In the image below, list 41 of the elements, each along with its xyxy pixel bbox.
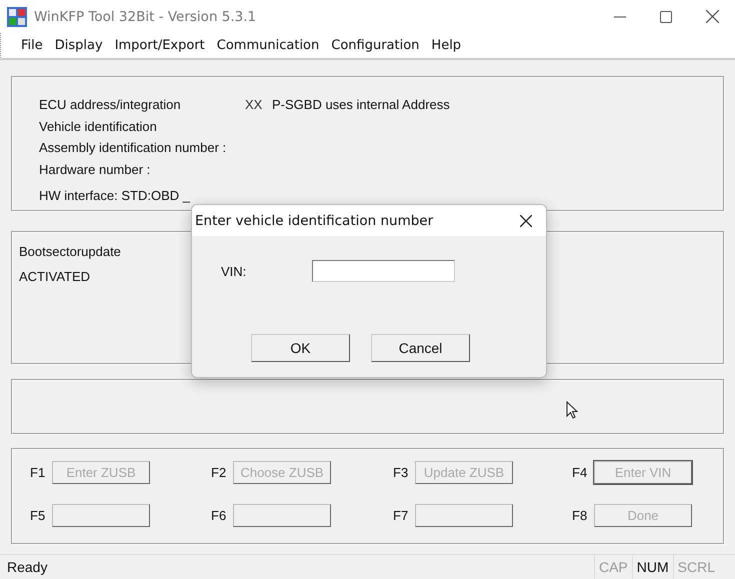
info-value: XX — [245, 97, 264, 112]
info-label: HW interface: STD:OBD _ — [39, 188, 192, 204]
status-text: Ready — [7, 559, 48, 575]
function-key-label: F1 — [30, 464, 46, 482]
menu-item[interactable]: Configuration — [325, 38, 426, 53]
key-indicator: CAP — [594, 555, 632, 579]
function-key-label: F7 — [393, 507, 410, 525]
function-key-label: F3 — [393, 464, 410, 482]
key-indicator: NUM — [632, 555, 673, 579]
close-icon — [706, 10, 718, 23]
status-text: ACTIVATED — [19, 268, 90, 286]
info-label: Hardware number : — [39, 162, 152, 177]
function-key-label: F2 — [211, 464, 228, 482]
close-icon — [520, 214, 532, 226]
function-key-label: F6 — [211, 507, 228, 525]
menu-item[interactable]: File — [15, 38, 49, 53]
menu-item[interactable]: Help — [425, 38, 468, 53]
dialog-button[interactable]: OK — [251, 334, 350, 362]
status-text: Bootsectorupdate — [19, 243, 121, 261]
window-title: WinKFP Tool 32Bit - Version 5.3.1 — [34, 8, 258, 24]
menu-item[interactable]: Import/Export — [108, 38, 211, 53]
key-indicator: SCRL — [672, 555, 719, 579]
dialog-title: Enter vehicle identification number — [195, 212, 434, 228]
function-key-label: F5 — [30, 507, 46, 525]
function-button[interactable] — [52, 504, 150, 527]
maximize-icon — [660, 10, 672, 22]
dialog-button[interactable]: Cancel — [371, 334, 470, 362]
app-icon — [6, 6, 28, 28]
input-field[interactable] — [312, 260, 455, 282]
mouse-pointer-icon — [566, 401, 578, 419]
function-button[interactable] — [415, 504, 513, 527]
field-label: VIN: — [221, 264, 248, 278]
function-key-label: F4 — [572, 464, 588, 482]
info-note: P-SGBD uses internal Address — [272, 97, 450, 112]
info-label: ECU address/integration — [39, 97, 182, 112]
function-key-label: F8 — [572, 507, 588, 525]
menu-item[interactable]: Communication — [210, 38, 326, 53]
info-label: Vehicle identification — [39, 118, 158, 134]
info-label: Assembly identification number : — [39, 140, 228, 156]
menu-item[interactable]: Display — [48, 38, 109, 53]
function-button[interactable] — [233, 504, 331, 527]
